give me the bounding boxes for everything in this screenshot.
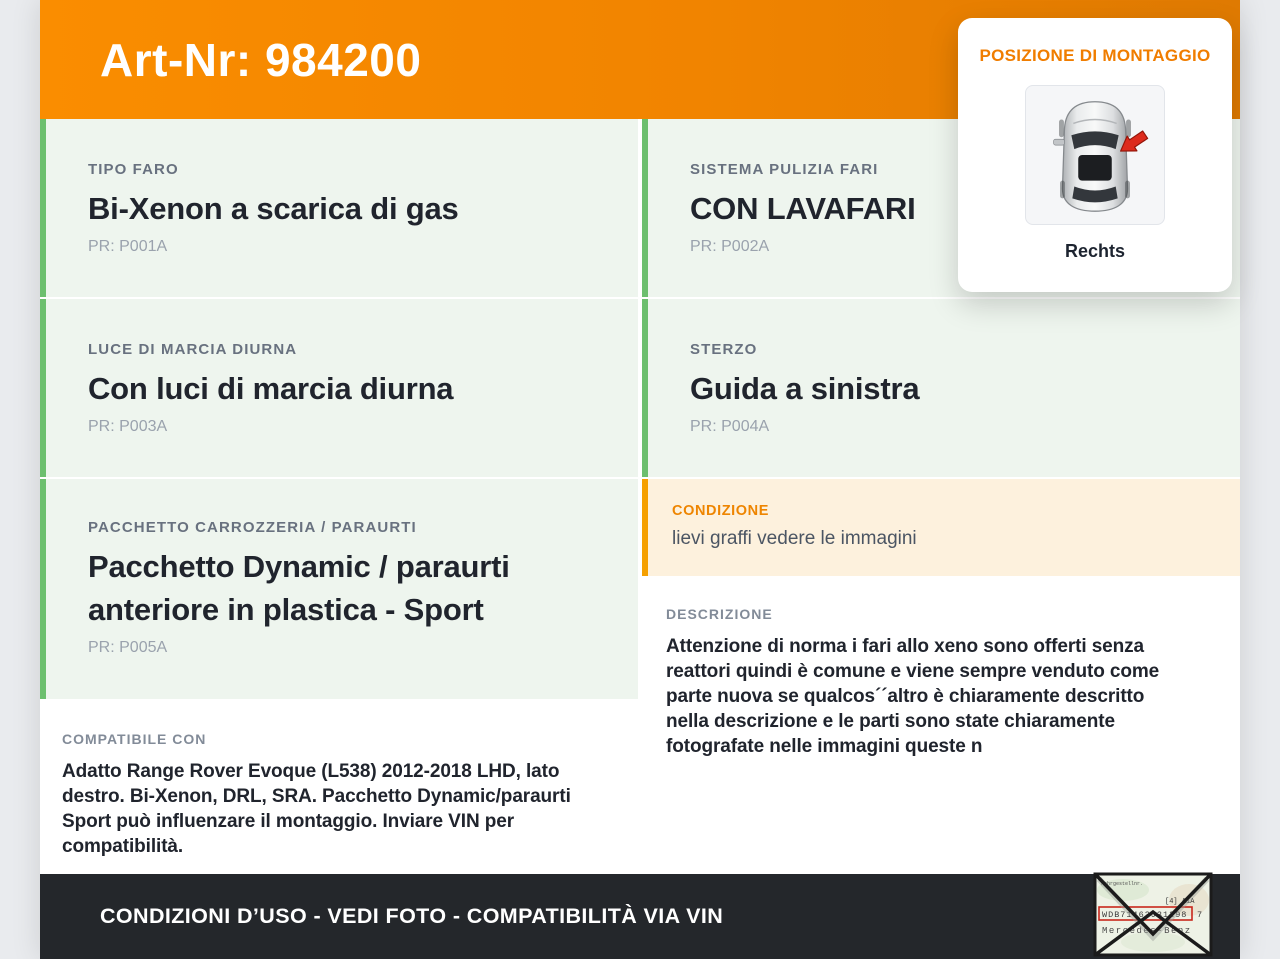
spec-card-tipo-faro: TIPO FARO Bi-Xenon a scarica di gas PR: …	[40, 119, 638, 297]
condition-label: CONDIZIONE	[672, 503, 770, 519]
spec-label: STERZO	[690, 341, 758, 358]
left-column: TIPO FARO Bi-Xenon a scarica di gas PR: …	[40, 119, 638, 874]
description-label: DESCRIZIONE	[666, 606, 773, 622]
footer-bar: CONDIZIONI D’USO - VEDI FOTO - COMPATIBI…	[40, 874, 1240, 959]
envelope-over-registration-document-icon: Fahrgestellnr. [4] AiA WDB71463J31298 7 …	[1093, 872, 1213, 957]
listing-page: Art-Nr: 984200 TIPO FARO Bi-Xenon a scar…	[40, 0, 1240, 959]
car-top-view-icon	[1053, 101, 1149, 212]
article-number-title: Art-Nr: 984200	[100, 33, 422, 86]
vin-document-stamp: Fahrgestellnr. [4] AiA WDB71463J31298 7 …	[1093, 872, 1213, 957]
mounting-position-title: POSIZIONE DI MONTAGGIO	[979, 46, 1211, 65]
spec-value: Pacchetto Dynamic / paraurti anteriore i…	[88, 549, 510, 627]
mounting-position-card: POSIZIONE DI MONTAGGIO Rechts	[958, 18, 1232, 292]
spec-card-sterzo: STERZO Guida a sinistra PR: P004A	[642, 299, 1240, 477]
spec-value: Bi-Xenon a scarica di gas	[88, 191, 459, 226]
spec-pr-code: PR: P005A	[88, 639, 168, 656]
footer-conditions-text: CONDIZIONI D’USO - VEDI FOTO - COMPATIBI…	[100, 904, 724, 928]
spec-label: TIPO FARO	[88, 161, 179, 178]
description-section: DESCRIZIONE Attenzione di norma i fari a…	[642, 578, 1240, 874]
mounting-position-image-frame	[1025, 85, 1165, 225]
vin-doc-vin-suffix: 7	[1197, 910, 1202, 920]
spec-pr-code: PR: P001A	[88, 238, 168, 255]
compatibility-label: COMPATIBILE CON	[62, 731, 207, 747]
compatibility-text: Adatto Range Rover Evoque (L538) 2012-20…	[62, 761, 571, 857]
spec-label: PACCHETTO CARROZZERIA / PARAURTI	[88, 519, 417, 536]
spec-pr-code: PR: P003A	[88, 418, 168, 435]
condition-text: lievi graffi vedere le immagini	[672, 528, 917, 549]
spec-value: Guida a sinistra	[690, 371, 920, 406]
condition-banner: CONDIZIONE lievi graffi vedere le immagi…	[642, 479, 1240, 576]
spec-value: Con luci di marcia diurna	[88, 371, 454, 406]
spec-card-luce-diurna: LUCE DI MARCIA DIURNA Con luci di marcia…	[40, 299, 638, 477]
mounting-side-label: Rechts	[1064, 241, 1126, 261]
spec-label: LUCE DI MARCIA DIURNA	[88, 341, 298, 358]
compatibility-section: COMPATIBILE CON Adatto Range Rover Evoqu…	[40, 701, 638, 874]
description-text: Attenzione di norma i fari allo xeno son…	[666, 636, 1160, 757]
spec-card-pacchetto: PACCHETTO CARROZZERIA / PARAURTI Pacchet…	[40, 479, 638, 699]
spec-pr-code: PR: P004A	[690, 418, 770, 435]
